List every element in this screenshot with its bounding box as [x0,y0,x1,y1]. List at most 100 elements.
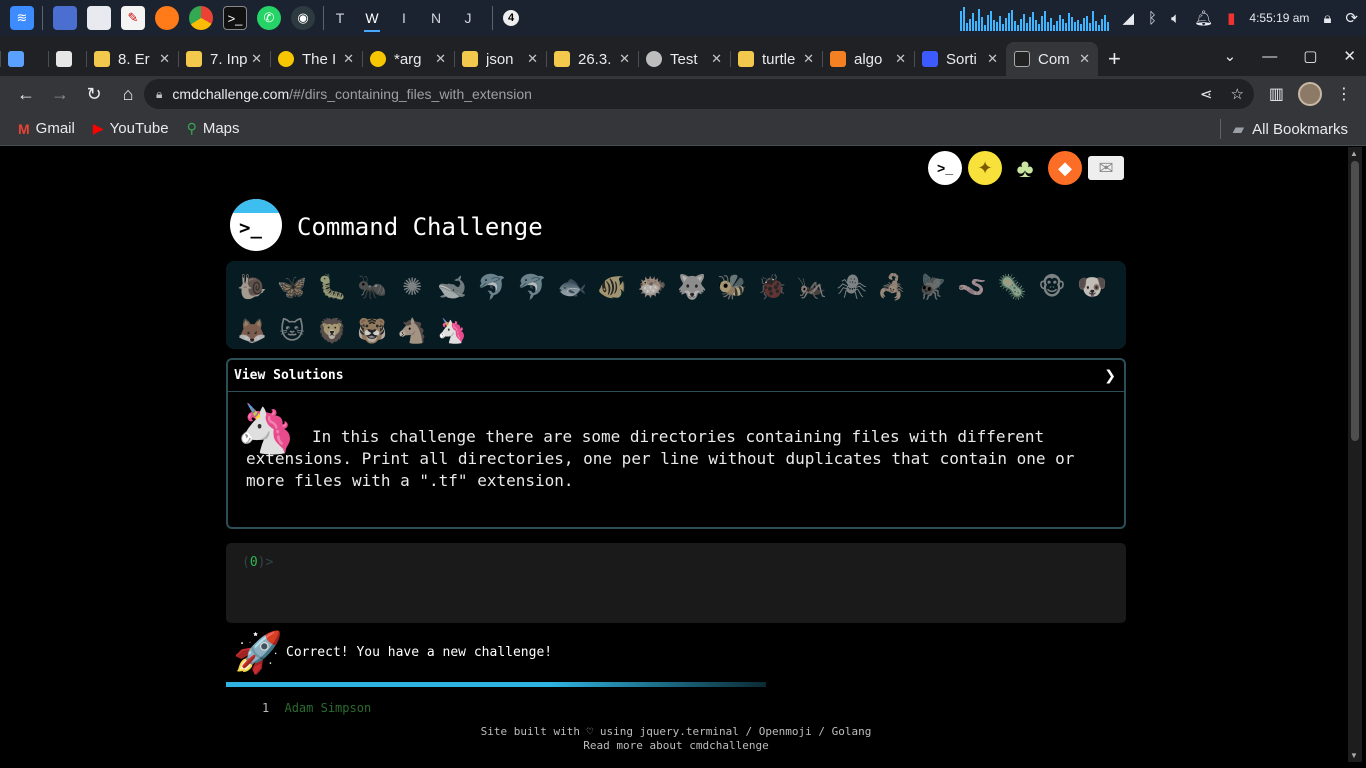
tab[interactable]: Sorti ✕ [914,42,1006,76]
tab[interactable]: json ✕ [454,42,546,76]
tab-close-icon[interactable]: ✕ [343,51,354,67]
editor-icon[interactable]: ✎ [121,6,145,30]
bluetooth-icon[interactable]: ᛒ [1148,10,1157,27]
caterpillar-icon[interactable]: 🐛 [312,267,352,307]
tab[interactable] [48,42,86,76]
desktop-icon[interactable] [53,6,77,30]
tab[interactable]: *arg ✕ [362,42,454,76]
terminal-link-icon[interactable]: >_ [928,151,962,185]
view-solutions-toggle[interactable]: View Solutions ❯ [228,360,1124,392]
tab-close-icon[interactable]: ✕ [895,51,906,67]
obs-icon[interactable]: ◉ [291,6,315,30]
tab[interactable]: The I ✕ [270,42,362,76]
window-count-badge[interactable]: 4 [503,10,519,26]
dolphin-icon[interactable]: 🐬 [512,267,552,307]
terminal[interactable]: (0)> [226,543,1126,623]
tab[interactable]: 8. Er ✕ [86,42,178,76]
scroll-up-icon[interactable]: ▲ [1350,149,1358,158]
tab-close-icon[interactable]: ✕ [711,51,722,67]
site-logo[interactable]: >_ [230,199,282,251]
tab-close-icon[interactable]: ✕ [1079,51,1090,67]
home-button[interactable]: ⌂ [112,84,144,105]
workspace-w[interactable]: W [356,0,388,36]
mail-icon[interactable]: ✉ [1088,156,1124,180]
tab-close-icon[interactable]: ✕ [619,51,630,67]
lightbulb-icon[interactable]: ✦ [968,151,1002,185]
lock-icon[interactable]: 🔒︎ [1323,10,1331,27]
notifications-icon[interactable]: 🔔︎ [1194,9,1213,27]
monkey-icon[interactable]: 🐵 [1032,267,1072,307]
tropical-fish-icon[interactable]: 🐠 [592,267,632,307]
network-icon[interactable]: ◢ [1123,9,1135,27]
ladybug-icon[interactable]: 🐞 [752,267,792,307]
share-icon[interactable]: ⋖ [1200,85,1213,103]
tab-close-icon[interactable]: ✕ [987,51,998,67]
file-manager-icon[interactable] [87,6,111,30]
scorpion-icon[interactable]: 🦂 [872,267,912,307]
tree-icon[interactable]: ♣ [1008,151,1042,185]
whale-icon[interactable]: 🐋 [432,267,472,307]
fox-icon[interactable]: 🦊 [232,311,272,351]
bookmark-maps[interactable]: ⚲ Maps [187,120,240,137]
tab-close-icon[interactable]: ✕ [251,51,262,67]
workspace-j[interactable]: J [452,0,484,36]
workspace-n[interactable]: N [420,0,452,36]
back-button[interactable]: ← [10,84,42,105]
ant-icon[interactable]: 🐜 [352,267,392,307]
tab-close-icon[interactable]: ✕ [159,51,170,67]
tab[interactable]: Test ✕ [638,42,730,76]
worm-icon[interactable]: 🪱 [952,267,992,307]
fish-icon[interactable]: 🐟 [552,267,592,307]
cricket-icon[interactable]: 🦗 [792,267,832,307]
tab[interactable]: 26.3. ✕ [546,42,638,76]
terminal-icon[interactable]: >_ [223,6,247,30]
tab-close-icon[interactable]: ✕ [803,51,814,67]
all-bookmarks-button[interactable]: ▰ All Bookmarks [1219,112,1348,146]
tab[interactable]: 7. Inp ✕ [178,42,270,76]
tab-active[interactable]: Com ✕ [1006,42,1098,76]
session-icon[interactable]: ⟳ [1345,9,1358,27]
bookmark-gmail[interactable]: M Gmail [18,120,75,137]
chrome-icon[interactable] [189,6,213,30]
tab[interactable] [0,42,48,76]
side-panel-icon[interactable]: ▥ [1269,84,1284,104]
new-tab-button[interactable]: + [1108,42,1121,76]
profile-avatar[interactable] [1298,82,1322,106]
page-scrollbar[interactable]: ▲ ▼ [1348,147,1362,762]
gitlab-icon[interactable]: ◆ [1048,151,1082,185]
lion-icon[interactable]: 🦁 [312,311,352,351]
dolphin-blue-icon[interactable]: 🐬 [472,267,512,307]
whatsapp-icon[interactable]: ✆ [257,6,281,30]
battery-icon[interactable]: ▮ [1227,9,1235,27]
maximize-button[interactable]: ▢ [1303,47,1317,65]
menu-icon[interactable]: ⋮ [1336,84,1352,104]
spider-icon[interactable]: 🕷 [832,267,872,307]
tiger-icon[interactable]: 🐯 [352,311,392,351]
wolf-icon[interactable]: 🐺 [672,267,712,307]
site-info-icon[interactable]: 🔒︎ [156,87,162,102]
dog-icon[interactable]: 🐶 [1072,267,1112,307]
tab-close-icon[interactable]: ✕ [527,51,538,67]
tab-search-icon[interactable]: ⌄ [1224,47,1237,65]
sun-bug-icon[interactable]: ✺ [392,267,432,307]
bookmark-star-icon[interactable]: ☆ [1231,85,1244,103]
workspace-i[interactable]: I [388,0,420,36]
snail-icon[interactable]: 🐌 [232,267,272,307]
volume-icon[interactable]: 🔈︎ [1171,10,1180,27]
microbe-icon[interactable]: 🦠 [992,267,1032,307]
close-window-button[interactable]: ✕ [1343,47,1356,65]
clock[interactable]: 4:55:19 am [1249,11,1309,25]
footer-read-more-link[interactable]: Read more about cmdchallenge [226,739,1126,753]
tab-close-icon[interactable]: ✕ [435,51,446,67]
forward-button[interactable]: → [44,84,76,105]
scrollbar-thumb[interactable] [1351,161,1359,441]
kde-menu-icon[interactable]: ≋ [10,6,34,30]
firefox-icon[interactable] [155,6,179,30]
tab[interactable]: turtle ✕ [730,42,822,76]
horse-icon[interactable]: 🐴 [392,311,432,351]
minimize-button[interactable]: — [1262,48,1277,65]
tab[interactable]: algo ✕ [822,42,914,76]
butterfly-icon[interactable]: 🦋 [272,267,312,307]
bookmark-youtube[interactable]: ▶ YouTube [93,120,169,137]
address-bar[interactable]: 🔒︎ cmdchallenge.com /#/dirs_containing_f… [144,79,1254,109]
